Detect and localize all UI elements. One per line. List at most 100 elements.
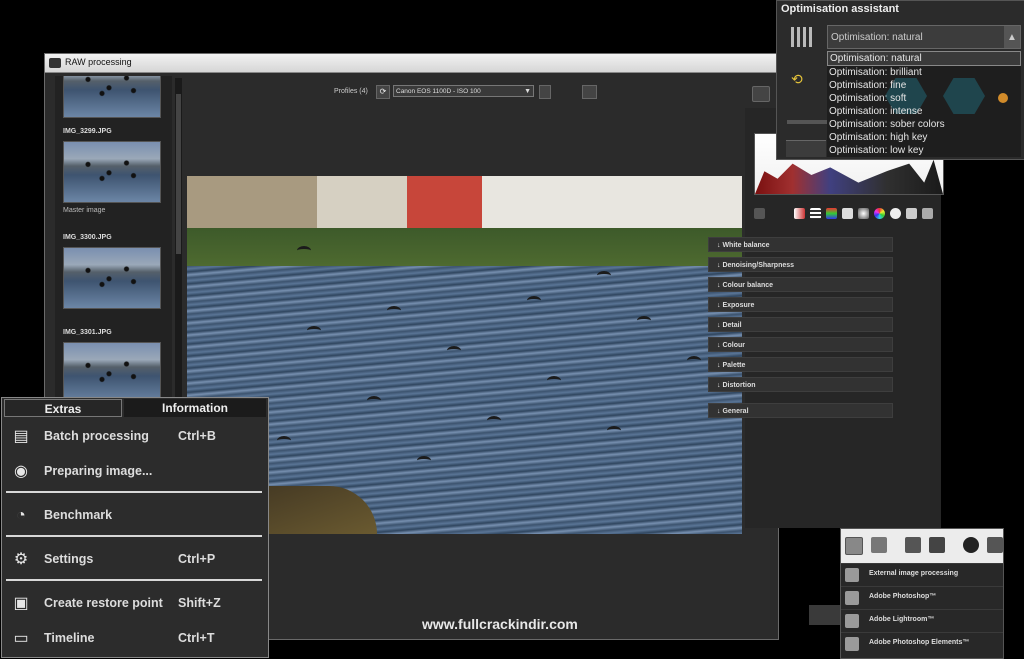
- section-label: Detail: [722, 322, 742, 329]
- thumbnail-item[interactable]: IMG_3301.JPG: [63, 329, 163, 404]
- batch-processing-icon: ▤: [13, 428, 29, 445]
- menu-item-preparing-image[interactable]: ◉ Preparing image...: [2, 455, 268, 489]
- export-item-photoshop[interactable]: Adobe Photoshop™: [841, 586, 1003, 609]
- main-photo[interactable]: [187, 176, 742, 534]
- option-natural[interactable]: Optimisation: natural: [827, 51, 1021, 66]
- timeline-icon: ▭: [13, 630, 29, 647]
- export-item-external[interactable]: External image processing: [841, 563, 1003, 586]
- tool-icon-row: [754, 208, 944, 222]
- section-exposure[interactable]: ↓ Exposure: [708, 297, 893, 312]
- option-fine[interactable]: Optimisation: fine: [827, 79, 1021, 92]
- section-detail[interactable]: ↓ Detail: [708, 317, 893, 332]
- section-label: Denoising/Sharpness: [722, 262, 795, 269]
- menu-item-label: Batch processing: [44, 429, 149, 443]
- title-bar[interactable]: RAW processing: [45, 54, 778, 73]
- external-app-icon: [845, 568, 859, 582]
- chevron-up-icon[interactable]: ▲: [1004, 26, 1020, 48]
- menu-item-label: Create restore point: [44, 596, 163, 610]
- extras-tabs: Extras Information: [2, 398, 268, 418]
- camera-distortion-icon[interactable]: [906, 208, 917, 219]
- save-profile-icon[interactable]: [539, 85, 551, 99]
- option-high-key[interactable]: Optimisation: high key: [827, 131, 1021, 144]
- menu-separator: [6, 491, 262, 493]
- menu-item-benchmark[interactable]: ◔ Benchmark: [2, 499, 268, 533]
- export-film-icon[interactable]: [929, 537, 945, 553]
- tab-extras[interactable]: Extras: [4, 399, 122, 417]
- menu-item-shortcut: Ctrl+T: [178, 631, 215, 645]
- noise-icon[interactable]: [810, 208, 821, 219]
- section-label: Distortion: [722, 382, 756, 389]
- thumbnail-image[interactable]: [63, 342, 161, 404]
- export-panel: External image processing Adobe Photosho…: [840, 528, 1004, 659]
- export-print-icon[interactable]: [987, 537, 1003, 553]
- thumbnail-image[interactable]: [63, 141, 161, 203]
- menu-item-label: Preparing image...: [44, 464, 153, 478]
- section-white-balance[interactable]: ↓ White balance: [708, 237, 893, 252]
- preview-eye-icon[interactable]: [752, 86, 770, 102]
- menu-item-label: Benchmark: [44, 508, 113, 522]
- app-icon: [49, 58, 61, 68]
- tab-information[interactable]: Information: [124, 399, 266, 417]
- option-soft[interactable]: Optimisation: soft: [827, 92, 1021, 105]
- colour-wheel-icon[interactable]: [874, 208, 885, 219]
- refresh-profile-icon[interactable]: ⟳: [376, 85, 390, 99]
- export-toolbar: [841, 529, 1003, 563]
- thumbnail-image[interactable]: [63, 76, 161, 118]
- option-sober-colors[interactable]: Optimisation: sober colors: [827, 118, 1021, 131]
- thumbnail-item[interactable]: [63, 76, 163, 118]
- option-intense[interactable]: Optimisation: intense: [827, 105, 1021, 118]
- menu-item-batch-processing[interactable]: ▤ Batch processing Ctrl+B: [2, 420, 268, 454]
- menu-item-create-restore-point[interactable]: ▣ Create restore point Shift+Z: [2, 587, 268, 621]
- menu-item-shortcut: Ctrl+P: [178, 552, 216, 566]
- thumbnail-item[interactable]: IMG_3300.JPG: [63, 234, 163, 309]
- optimisation-apply-button[interactable]: [786, 140, 826, 157]
- profiles-label: Profiles (4): [334, 88, 368, 95]
- external-app-icon: [845, 591, 859, 605]
- section-general[interactable]: ↓ General: [708, 403, 893, 418]
- section-label: Colour: [722, 342, 746, 349]
- menu-separator: [6, 535, 262, 537]
- section-colour[interactable]: ↓ Colour: [708, 337, 893, 352]
- refresh-icon[interactable]: ⟲: [791, 71, 803, 88]
- menu-item-settings[interactable]: ⚙ Settings Ctrl+P: [2, 543, 268, 577]
- thumbnail-item[interactable]: IMG_3299.JPG Master image: [63, 128, 163, 214]
- menu-item-shortcut: Ctrl+B: [178, 429, 216, 443]
- section-distortion[interactable]: ↓ Distortion: [708, 377, 893, 392]
- section-colour-balance[interactable]: ↓ Colour balance: [708, 277, 893, 292]
- export-share-icon[interactable]: [871, 537, 887, 553]
- thumbnail-image[interactable]: [63, 247, 161, 309]
- settings-icon[interactable]: [754, 208, 765, 219]
- scrollbar-thumb[interactable]: [176, 94, 181, 254]
- play-icon[interactable]: [963, 537, 979, 553]
- camera-icon[interactable]: [582, 85, 597, 99]
- export-save-icon[interactable]: [905, 537, 921, 553]
- profile-select[interactable]: Canon EOS 1100D - ISO 100 ▼: [393, 85, 534, 97]
- export-external-icon[interactable]: [845, 537, 863, 555]
- status-dot-icon: [998, 93, 1008, 103]
- grid-magnifier-icon[interactable]: [791, 27, 815, 47]
- export-item-photoshop-elements[interactable]: Adobe Photoshop Elements™: [841, 632, 1003, 655]
- menu-item-timeline[interactable]: ▭ Timeline Ctrl+T: [2, 622, 268, 656]
- section-label: Colour balance: [722, 282, 774, 289]
- optimisation-select[interactable]: Optimisation: natural ▲: [827, 25, 1021, 49]
- section-label: White balance: [722, 242, 770, 249]
- palette-icon[interactable]: [890, 208, 901, 219]
- section-palette[interactable]: ↓ Palette: [708, 357, 893, 372]
- export-item-lightroom[interactable]: Adobe Lightroom™: [841, 609, 1003, 632]
- menu-separator: [6, 579, 262, 581]
- optimisation-select-value: Optimisation: natural: [831, 32, 923, 43]
- optimisation-slider[interactable]: [787, 120, 827, 124]
- general-icon[interactable]: [922, 208, 933, 219]
- chevron-down-icon: ▼: [524, 88, 531, 95]
- settings-gears-icon: ⚙: [13, 551, 29, 568]
- section-denoising-sharpness[interactable]: ↓ Denoising/Sharpness: [708, 257, 893, 272]
- detail-icon[interactable]: [858, 208, 869, 219]
- section-label: Exposure: [722, 302, 755, 309]
- extras-menu: Extras Information ▤ Batch processing Ct…: [1, 397, 269, 658]
- colour-balance-icon[interactable]: [826, 208, 837, 219]
- option-low-key[interactable]: Optimisation: low key: [827, 144, 1021, 157]
- menu-item-shortcut: Shift+Z: [178, 596, 221, 610]
- white-balance-icon[interactable]: [794, 208, 805, 219]
- exposure-icon[interactable]: [842, 208, 853, 219]
- option-brilliant[interactable]: Optimisation: brilliant: [827, 66, 1021, 79]
